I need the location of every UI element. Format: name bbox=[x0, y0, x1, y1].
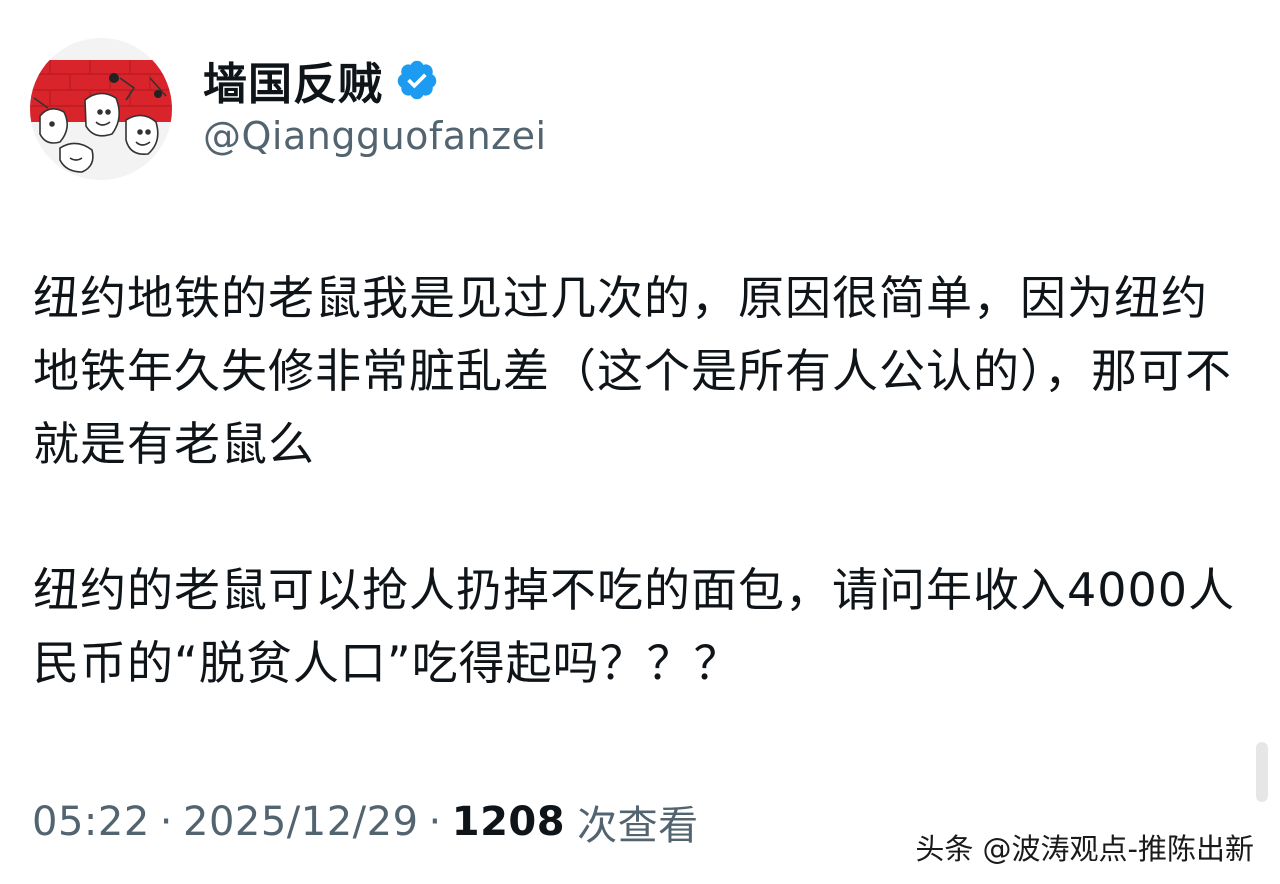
tweet-time[interactable]: 05:22 bbox=[32, 799, 150, 845]
avatar[interactable] bbox=[30, 38, 172, 180]
views-label: 次查看 bbox=[577, 803, 699, 849]
watermark: 头条 @波涛观点-推陈出新 bbox=[915, 832, 1254, 866]
author-display-name[interactable]: 墙国反贼 bbox=[203, 48, 383, 112]
tweet-card: 墙国反贼 @Qiangguofanzei 纽约地铁的老鼠我是见过几次的，原因很简… bbox=[0, 0, 1280, 884]
tweet-date[interactable]: 2025/12/29 bbox=[183, 799, 419, 845]
tweet-body: 纽约地铁的老鼠我是见过几次的，原因很简单，因为纽约地铁年久失修非常脏乱差（这个是… bbox=[33, 262, 1253, 700]
tweet-paragraph: 纽约地铁的老鼠我是见过几次的，原因很简单，因为纽约地铁年久失修非常脏乱差（这个是… bbox=[33, 271, 1232, 471]
tweet-meta: 05:22 · 2025/12/29 · 1208 次查看 bbox=[32, 792, 699, 852]
cartoon-avatar-icon bbox=[30, 38, 172, 180]
meta-separator: · bbox=[428, 799, 442, 845]
scrollbar[interactable] bbox=[1256, 742, 1268, 802]
tweet-paragraph: 纽约的老鼠可以抢人扔掉不吃的面包，请问年收入4000人民币的“脱贫人口”吃得起吗… bbox=[33, 563, 1236, 690]
author-handle[interactable]: @Qiangguofanzei bbox=[203, 114, 547, 158]
verified-badge-icon bbox=[395, 58, 439, 102]
views-count: 1208 bbox=[451, 799, 566, 845]
author-name-row: 墙国反贼 bbox=[203, 52, 439, 110]
meta-separator: · bbox=[159, 799, 173, 845]
